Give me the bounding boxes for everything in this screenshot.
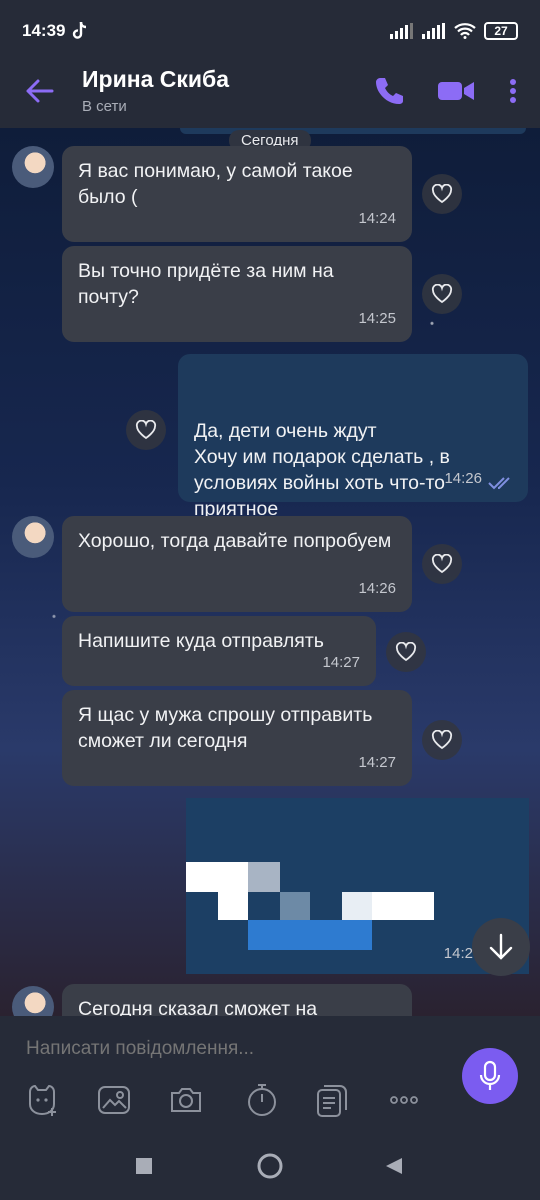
pixelated-block [372,892,434,920]
heart-icon [431,554,453,574]
message-text: Вы точно придёте за ним на почту? [78,260,334,308]
chat-area[interactable]: Сегодня Я вас понимаю, у самой такое был… [0,128,540,1016]
like-button[interactable] [386,632,426,672]
chat-header: Ирина Скиба В сети [0,62,540,128]
heart-icon [431,284,453,304]
signal-icon [390,23,413,39]
arrow-down-icon [489,933,513,960]
message-input[interactable] [26,1038,436,1060]
tiktok-icon [73,21,87,39]
system-navigation-bar [0,1138,540,1200]
message-time: 14:26 [358,580,396,597]
pixelated-block [248,862,280,892]
pixelated-block [218,892,248,920]
message-bubble-incoming[interactable]: Хорошо, тогда давайте попробуем 14:26 [62,516,412,612]
pixelated-block [342,892,372,920]
pixelated-block [248,920,372,950]
message-time: 14:27 [322,654,360,671]
message-time: 14:24 [358,210,396,227]
recents-icon[interactable] [134,1156,154,1176]
timer-icon[interactable] [244,1082,280,1118]
message-bubble-incoming[interactable]: Сегодня сказал сможет на [62,984,412,1016]
scroll-to-bottom-button[interactable] [472,918,530,976]
message-bubble-incoming[interactable]: Напишите куда отправлять 14:27 [62,616,376,686]
status-time: 14:39 [22,21,66,40]
contact-name[interactable]: Ирина Скиба [82,66,229,93]
battery-indicator: 27 [484,22,518,40]
pixelated-block [186,862,248,892]
gallery-icon[interactable] [96,1082,132,1118]
attach-files-icon[interactable] [314,1082,350,1118]
signal-icon-2 [422,23,445,39]
like-button[interactable] [422,544,462,584]
voice-message-button[interactable] [462,1048,518,1104]
sticker-icon[interactable] [24,1082,60,1118]
like-button[interactable] [126,410,166,450]
message-text: Я вас понимаю, у самой такое было ( [78,160,353,208]
message-time: 14:25 [358,310,396,327]
like-button[interactable] [422,174,462,214]
video-call-icon[interactable] [436,74,476,108]
message-time: 14:2 [443,945,473,962]
like-button[interactable] [422,720,462,760]
avatar[interactable] [12,516,54,558]
message-text: Сегодня сказал сможет на [78,998,318,1016]
more-tools-icon[interactable] [386,1082,422,1118]
back-arrow-icon[interactable] [22,74,56,108]
like-button[interactable] [422,274,462,314]
message-time: 14:26 [444,470,482,487]
phone-call-icon[interactable] [372,74,406,108]
home-icon[interactable] [256,1152,284,1180]
avatar[interactable] [12,986,54,1016]
pixelated-block [280,892,310,920]
message-text: Хорошо, тогда давайте попробуем [78,530,392,552]
heart-icon [431,184,453,204]
heart-icon [135,420,157,440]
more-options-icon[interactable] [506,74,520,108]
wifi-icon [454,23,476,39]
message-composer [0,1016,540,1138]
heart-icon [395,642,417,662]
message-time: 14:27 [358,754,396,771]
message-text: Я щас у мужа спрошу отправить сможет ли … [78,704,373,752]
message-text: Напишите куда отправлять [78,630,324,652]
status-bar: 14:39 27 [0,0,540,62]
message-bubble-incoming[interactable]: Я щас у мужа спрошу отправить сможет ли … [62,690,412,786]
camera-icon[interactable] [168,1082,204,1118]
message-bubble-incoming[interactable]: Я вас понимаю, у самой такое было ( 14:2… [62,146,412,242]
read-checkmarks-icon [488,477,510,490]
contact-status: В сети [82,98,127,115]
heart-icon [431,730,453,750]
back-nav-icon[interactable] [384,1156,404,1176]
message-bubble-outgoing[interactable]: Да, дети очень ждут Хочу им подарок сдел… [178,354,528,520]
avatar[interactable] [12,146,54,188]
message-bubble-incoming[interactable]: Вы точно придёте за ним на почту? 14:25 [62,246,412,342]
microphone-icon [479,1060,501,1090]
